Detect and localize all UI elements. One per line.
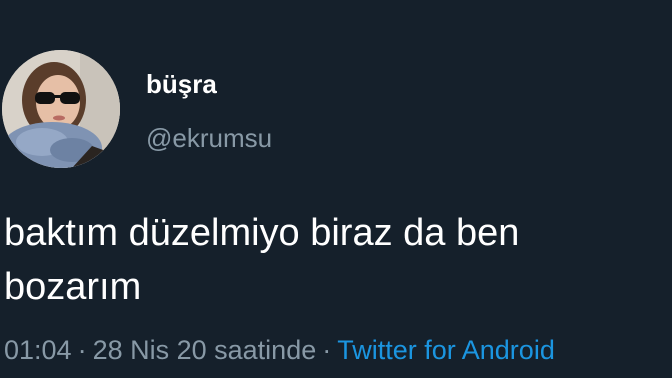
tweet-source-link[interactable]: Twitter for Android <box>337 335 555 365</box>
tweet-card: büşra @ekrumsu baktım düzelmiyo biraz da… <box>0 0 672 378</box>
tweet-meta: 01:04 · 28 Nis 20 saatinde · Twitter for And… <box>4 334 555 366</box>
author-display-name[interactable]: büşra <box>146 68 217 100</box>
avatar[interactable] <box>2 50 120 168</box>
meta-separator: · <box>322 335 332 365</box>
tweet-text: baktım düzelmiyo biraz da ben bozarım <box>4 212 520 308</box>
author-handle[interactable]: @ekrumsu <box>146 122 272 154</box>
tweet-time[interactable]: 01:04 <box>4 335 72 365</box>
meta-separator: · <box>77 335 87 365</box>
tweet-date[interactable]: 28 Nis 20 saatinde <box>93 335 317 365</box>
avatar-photo <box>2 50 120 168</box>
